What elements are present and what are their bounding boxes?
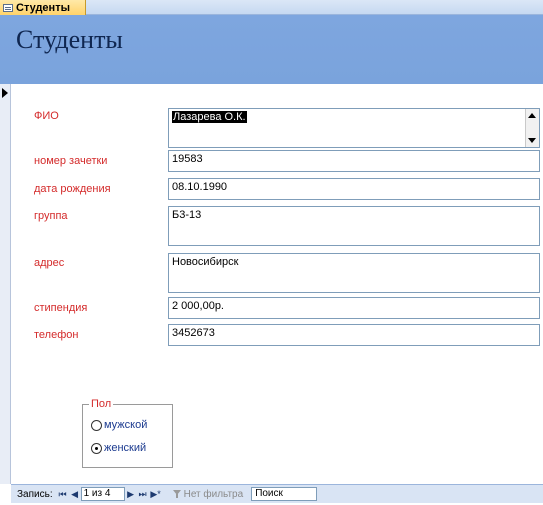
radio-button-icon[interactable] bbox=[91, 419, 102, 431]
next-record-button[interactable]: ▶ bbox=[125, 488, 137, 501]
new-record-button[interactable]: ▶* bbox=[149, 488, 163, 501]
gender-option-label: женский bbox=[104, 442, 147, 454]
scroll-down-icon[interactable] bbox=[528, 138, 536, 143]
tab-label: Студенты bbox=[16, 1, 70, 14]
gender-option-group: Пол мужской женский bbox=[82, 398, 173, 468]
phone-field[interactable]: 3452673 bbox=[168, 324, 540, 346]
stipend-field[interactable]: 2 000,00р. bbox=[168, 297, 540, 319]
record-selector[interactable] bbox=[0, 84, 11, 484]
gender-option-male[interactable]: мужской bbox=[91, 419, 147, 431]
previous-record-button[interactable]: ◀ bbox=[69, 488, 81, 501]
gender-option-female[interactable]: женский bbox=[91, 442, 146, 454]
birth-date-field[interactable]: 08.10.1990 bbox=[168, 178, 540, 200]
label-stipend: стипендия bbox=[34, 302, 88, 314]
form-header: Студенты bbox=[0, 15, 543, 84]
label-address: адрес bbox=[34, 257, 65, 269]
filter-toggle[interactable]: Нет фильтра bbox=[172, 488, 244, 500]
filter-icon bbox=[172, 490, 181, 498]
label-zachetka: номер зачетки bbox=[34, 155, 108, 167]
search-input[interactable]: Поиск bbox=[251, 487, 318, 501]
zachetka-field[interactable]: 19583 bbox=[168, 150, 540, 172]
document-tab-strip: Студенты bbox=[0, 0, 543, 15]
gender-legend: Пол bbox=[89, 398, 114, 410]
radio-button-checked-icon[interactable] bbox=[91, 442, 102, 454]
label-birth-date: дата рождения bbox=[34, 183, 111, 195]
label-phone: телефон bbox=[34, 329, 79, 341]
form-title: Студенты bbox=[16, 25, 123, 54]
gender-option-label: мужской bbox=[104, 419, 148, 431]
scroll-up-icon[interactable] bbox=[528, 113, 536, 118]
fio-field[interactable]: Лазарева О.К. bbox=[168, 108, 540, 148]
fio-value: Лазарева О.К. bbox=[172, 111, 247, 123]
record-navigation-bar: Запись: ⏮ ◀ 1 из 4 ▶ ⏭ ▶* Нет фильтра По… bbox=[11, 484, 543, 503]
tab-students[interactable]: Студенты bbox=[0, 0, 86, 15]
label-group: группа bbox=[34, 210, 68, 222]
filter-label: Нет фильтра bbox=[183, 488, 244, 500]
current-record-arrow-icon bbox=[2, 88, 8, 98]
group-field[interactable]: Б3-13 bbox=[168, 206, 540, 246]
first-record-button[interactable]: ⏮ bbox=[57, 488, 69, 501]
record-position-input[interactable]: 1 из 4 bbox=[80, 487, 125, 501]
form-icon bbox=[3, 3, 13, 12]
last-record-button[interactable]: ⏭ bbox=[137, 488, 149, 501]
fio-scrollbar[interactable] bbox=[525, 109, 539, 147]
record-label: Запись: bbox=[17, 488, 53, 500]
label-fio: ФИО bbox=[34, 110, 59, 122]
address-field[interactable]: Новосибирск bbox=[168, 253, 540, 293]
